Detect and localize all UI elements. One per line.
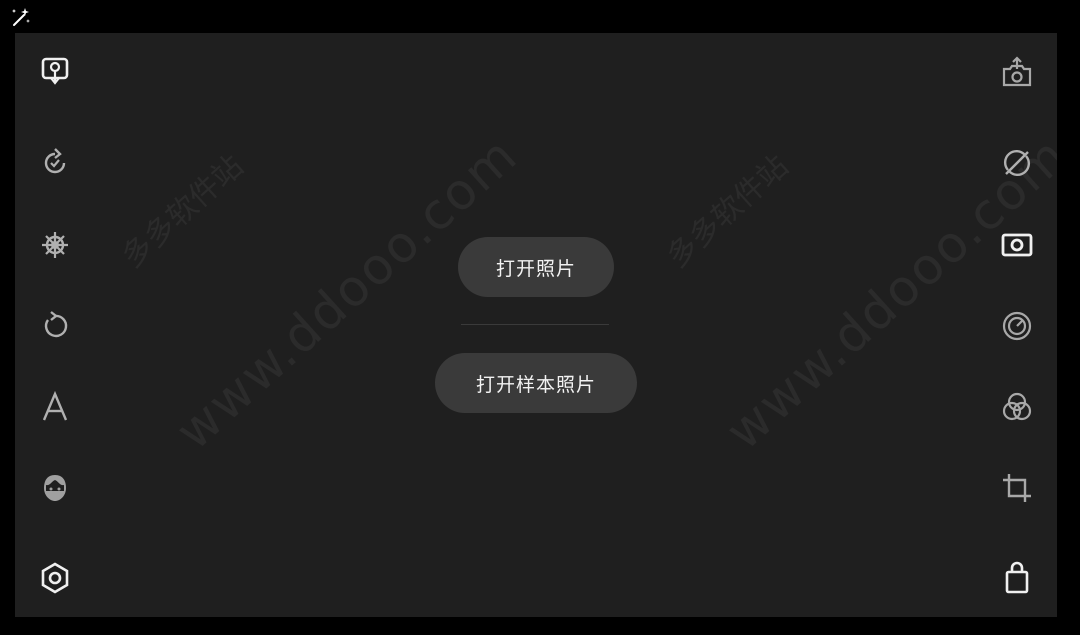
- face-icon: [44, 475, 66, 501]
- dial-icon: [1002, 311, 1032, 341]
- undo-rotate-icon: [44, 311, 68, 338]
- tune-dial-button[interactable]: [997, 306, 1037, 346]
- healing-icon: [1003, 150, 1031, 176]
- settings-button[interactable]: [35, 558, 75, 598]
- hexagon-settings-icon: [41, 562, 69, 594]
- left-toolbar: [15, 33, 95, 617]
- details-button[interactable]: [35, 225, 75, 265]
- open-photo-button[interactable]: 打开照片: [458, 237, 614, 297]
- crop-icon: [1003, 474, 1031, 502]
- refresh-arrow-icon: [44, 148, 66, 174]
- rotate-button[interactable]: [35, 306, 75, 346]
- editor-canvas: 多多软件站 www.ddooo.com 多多软件站 www.ddooo.com: [15, 33, 1057, 617]
- filters-button[interactable]: [997, 387, 1037, 427]
- open-sample-photo-button[interactable]: 打开样本照片: [435, 353, 637, 413]
- shopping-bag-icon: [1005, 561, 1029, 594]
- watermark-brand: 多多软件站: [660, 148, 796, 275]
- color-circles-icon: [1002, 392, 1032, 421]
- vignette-icon: [1001, 233, 1033, 257]
- import-photo-button[interactable]: [35, 51, 75, 91]
- text-button[interactable]: [35, 387, 75, 427]
- portrait-button[interactable]: [35, 468, 75, 508]
- auto-enhance-button[interactable]: [35, 143, 75, 183]
- text-a-icon: [42, 390, 68, 421]
- vignette-button[interactable]: [997, 225, 1037, 265]
- monitor-download-icon: [41, 57, 69, 85]
- watermark-brand: 多多软件站: [115, 148, 251, 275]
- magic-wand-icon: [8, 5, 32, 29]
- right-toolbar: [977, 33, 1057, 617]
- healing-button[interactable]: [997, 143, 1037, 183]
- divider: [461, 324, 609, 325]
- store-button[interactable]: [997, 558, 1037, 598]
- ship-wheel-icon: [42, 232, 68, 258]
- crop-button[interactable]: [997, 468, 1037, 508]
- camera-share-icon: [1002, 56, 1032, 87]
- share-button[interactable]: [997, 53, 1037, 93]
